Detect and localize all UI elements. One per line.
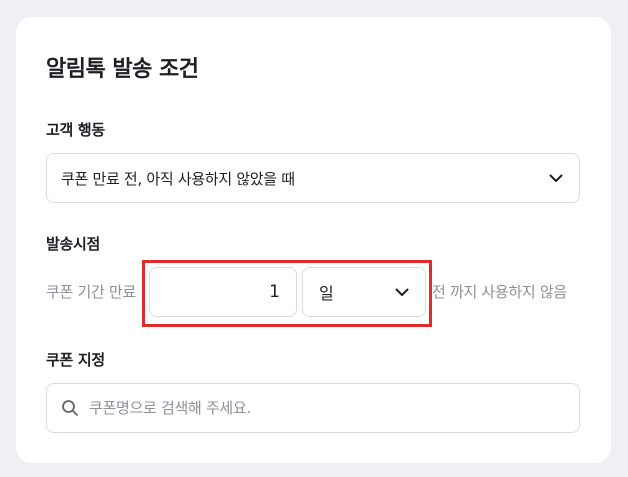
customer-action-label: 고객 행동: [46, 121, 105, 139]
chevron-down-icon: [547, 169, 565, 187]
timing-unit-value: 일: [319, 284, 334, 303]
timing-unit-select[interactable]: 일: [302, 267, 426, 317]
coupon-search-input[interactable]: [87, 398, 565, 418]
send-timing-label: 발송시점: [46, 235, 101, 253]
search-icon: [61, 399, 79, 417]
send-timing-prefix: 쿠폰 기간 만료: [46, 283, 136, 301]
timing-amount-input[interactable]: [149, 267, 297, 317]
send-timing-suffix: 전 까지 사용하지 않음: [432, 283, 567, 301]
alimtalk-condition-card: 알림톡 발송 조건 고객 행동 쿠폰 만료 전, 아직 사용하지 않았을 때 발…: [16, 17, 611, 463]
chevron-down-icon: [393, 283, 411, 301]
page-title: 알림톡 발송 조건: [46, 57, 199, 82]
coupon-label: 쿠폰 지정: [46, 351, 105, 369]
customer-action-value: 쿠폰 만료 전, 아직 사용하지 않았을 때: [61, 169, 295, 188]
customer-action-select[interactable]: 쿠폰 만료 전, 아직 사용하지 않았을 때: [46, 153, 580, 203]
coupon-search-box[interactable]: [46, 383, 580, 433]
